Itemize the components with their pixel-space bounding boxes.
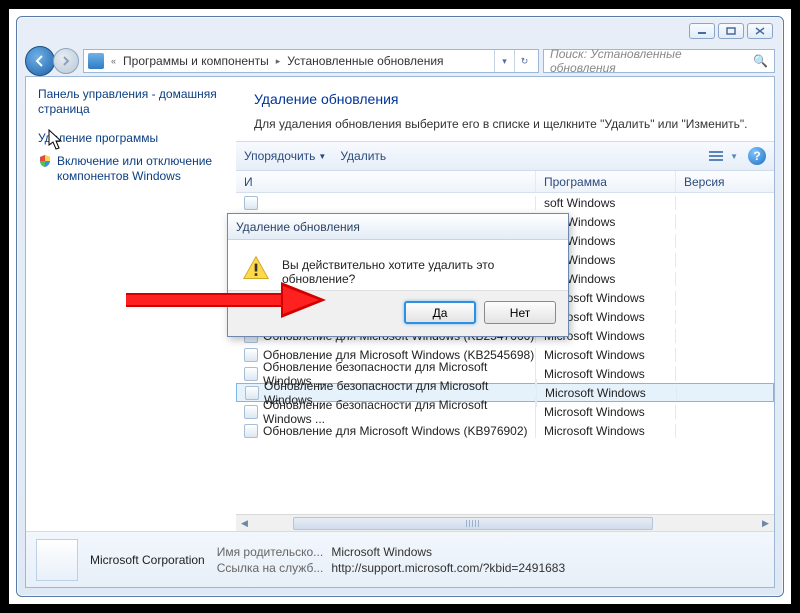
row-program: Microsoft Windows [536, 424, 676, 438]
update-icon [244, 424, 258, 438]
nav-back-button[interactable] [25, 46, 55, 76]
chevron-down-icon: ▼ [318, 152, 326, 161]
sidebar-home-link[interactable]: Панель управления - домашняя страница [38, 87, 224, 117]
sidebar-features-link[interactable]: Включение или отключение компонентов Win… [38, 154, 224, 184]
page-subtitle: Для удаления обновления выберите его в с… [254, 117, 756, 131]
table-row[interactable]: Обновление безопасности для Microsoft Wi… [236, 402, 774, 421]
h-scrollbar[interactable]: ◀ ▶ [236, 514, 774, 531]
update-icon [244, 405, 258, 419]
organize-button[interactable]: Упорядочить ▼ [244, 149, 326, 163]
details-thumb-icon [36, 539, 78, 581]
details-parent-label: Имя родительско... [217, 545, 324, 559]
details-publisher: Microsoft Corporation [90, 553, 205, 567]
details-parent-value: Microsoft Windows [331, 545, 565, 559]
row-program: Microsoft Windows [536, 348, 676, 362]
dialog-title: Удаление обновления [228, 214, 568, 240]
row-program: Microsoft Windows [536, 405, 676, 419]
yes-button[interactable]: Да [404, 301, 476, 324]
maximize-button[interactable] [718, 23, 744, 39]
view-icon [709, 150, 727, 162]
no-button[interactable]: Нет [484, 301, 556, 324]
list-toolbar: Упорядочить ▼ Удалить ▼ ? [236, 141, 774, 171]
columns-header: И Программа Версия [236, 171, 774, 193]
page-title: Удаление обновления [254, 91, 756, 107]
nav-forward-button[interactable] [53, 48, 79, 74]
details-pane: Microsoft Corporation Имя родительско...… [26, 531, 774, 587]
row-name: Обновление безопасности для Microsoft Wi… [263, 398, 535, 426]
shield-icon [38, 154, 52, 168]
remove-button[interactable]: Удалить [340, 149, 386, 163]
row-name: Обновление для Microsoft Windows (KB9769… [263, 424, 528, 438]
row-program: Microsoft Windows [536, 367, 676, 381]
breadcrumb-level2[interactable]: Установленные обновления [287, 54, 443, 68]
scroll-thumb[interactable] [293, 517, 653, 530]
col-name[interactable]: И [236, 171, 536, 192]
dialog-text: Вы действительно хотите удалить это обно… [282, 254, 554, 286]
sidebar-uninstall-link[interactable]: Удаление программы [38, 131, 224, 146]
breadcrumb-level1[interactable]: Программы и компоненты [123, 54, 269, 68]
window-controls [689, 23, 773, 39]
chevron-left-icon: « [110, 56, 117, 66]
details-link-value: http://support.microsoft.com/?kbid=24916… [331, 561, 565, 575]
close-button[interactable] [747, 23, 773, 39]
search-icon: 🔍 [753, 54, 768, 68]
chevron-right-icon: ▸ [275, 56, 282, 67]
view-button[interactable]: ▼ [709, 150, 738, 162]
search-input[interactable]: Поиск: Установленные обновления 🔍 [543, 49, 775, 73]
details-link-label: Ссылка на служб... [217, 561, 324, 575]
addr-dropdown-button[interactable]: ▾ [494, 50, 514, 72]
addr-refresh-button[interactable]: ↻ [514, 50, 534, 72]
help-button[interactable]: ? [748, 147, 766, 165]
col-program[interactable]: Программа [536, 171, 676, 192]
sidebar: Панель управления - домашняя страница Уд… [26, 77, 236, 531]
address-bar[interactable]: « Программы и компоненты ▸ Установленные… [83, 49, 539, 73]
col-version[interactable]: Версия [676, 171, 774, 192]
search-placeholder: Поиск: Установленные обновления [550, 47, 748, 75]
row-program: soft Windows [536, 196, 676, 210]
minimize-button[interactable] [689, 23, 715, 39]
row-program: Microsoft Windows [537, 386, 677, 400]
table-row[interactable]: Обновление для Microsoft Windows (KB9769… [236, 421, 774, 440]
warning-icon [242, 254, 270, 282]
outer-frame: « Программы и компоненты ▸ Установленные… [8, 8, 792, 605]
table-row[interactable]: soft Windows [236, 193, 774, 212]
update-icon [244, 196, 258, 210]
addr-icon [88, 53, 104, 69]
confirm-dialog: Удаление обновления Вы действительно хот… [227, 213, 569, 337]
nav-bar: « Программы и компоненты ▸ Установленные… [25, 46, 775, 76]
scroll-right-arrow[interactable]: ▶ [757, 516, 774, 531]
scroll-left-arrow[interactable]: ◀ [236, 516, 253, 531]
explorer-window: « Программы и компоненты ▸ Установленные… [16, 16, 784, 597]
